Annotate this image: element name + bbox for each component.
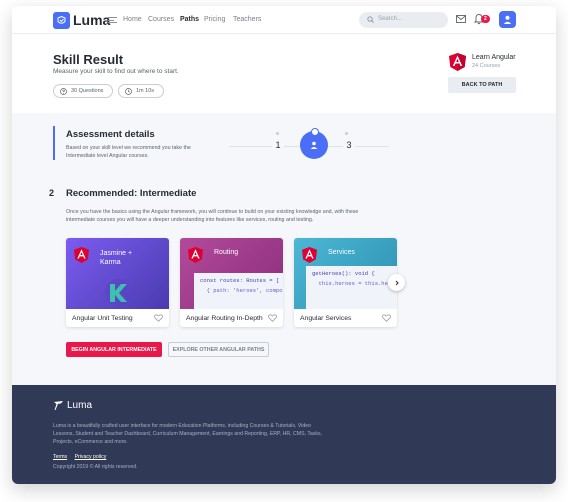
course-name[interactable]: Learn Angular [472,54,516,61]
search-icon [367,16,374,23]
step-1[interactable]: 1 [272,140,284,152]
search-placeholder: Search... [378,16,403,22]
code-line: getHeroes(): void { [312,270,375,277]
brand-logo-icon [54,401,63,410]
notification-badge: 2 [481,15,490,23]
footer-brand-name: Luma [67,400,93,411]
assessment-title: Assessment details [66,129,155,140]
course-count: 24 Courses [472,63,501,69]
course-card-image: Routing const routes: Routes = [ { path:… [180,238,283,309]
recommended-description: Once you have the basics using the Angul… [66,209,359,223]
course-card-image: Services getHeroes(): void { this.heroes… [294,238,397,309]
brand-logo-icon[interactable] [53,12,70,29]
carousel-next-button[interactable] [388,274,405,291]
user-icon [310,141,318,149]
assessment-accent-bar [53,126,55,160]
heart-icon[interactable] [382,314,391,322]
mail-icon[interactable] [456,15,466,23]
course-card-unit-testing[interactable]: Jasmine + Karma Angular Unit Testing [66,238,169,327]
duration-value: 1m 10s [136,88,155,94]
questions-pill: 30 Questions [53,84,113,98]
course-card-routing[interactable]: Routing const routes: Routes = [ { path:… [180,238,283,327]
footer-brand[interactable]: Luma [53,400,92,411]
step-3[interactable]: 3 [343,140,355,152]
card-image-title: Routing [214,249,239,256]
code-snippet: getHeroes(): void { this.heroes = this.h… [306,266,397,309]
chevron-right-icon [395,280,399,285]
stepper-dot [276,132,279,135]
search-input[interactable]: Search... [359,12,448,28]
nav-link-home[interactable]: Home [123,16,142,23]
user-avatar[interactable] [499,11,516,28]
footer-links: Terms Privacy policy [53,454,112,460]
code-line: { path: 'heroes', compo [200,287,283,294]
karma-logo-icon [105,279,131,305]
recommended-title: Recommended: Intermediate [66,188,197,199]
nav-link-pricing[interactable]: Pricing [204,16,225,23]
course-card-image: Jasmine + Karma [66,238,169,309]
user-icon [503,15,512,24]
heart-icon[interactable] [268,314,277,322]
angular-logo-icon [449,53,466,71]
duration-pill: 1m 10s [118,84,164,98]
questions-count: 30 Questions [71,88,104,94]
card-image-title: Services [328,249,355,256]
angular-logo-icon [188,247,203,263]
terms-link[interactable]: Terms [53,454,67,460]
course-card-services[interactable]: Services getHeroes(): void { this.heroes… [294,238,397,327]
explore-paths-button[interactable]: EXPLORE OTHER ANGULAR PATHS [168,342,269,357]
card-image-title: Jasmine + Karma [100,250,133,266]
menu-icon[interactable] [108,17,117,23]
back-to-path-button[interactable]: BACK TO PATH [448,77,516,93]
assessment-description: Based on your skill level we recommend y… [66,145,191,159]
privacy-link[interactable]: Privacy policy [75,454,107,460]
page-header: Skill Result Measure your skill to find … [12,34,556,113]
section-number: 2 [49,188,55,198]
copyright: Copyright 2019 © All rights reserved. [53,464,138,470]
code-line: const routes: Routes = [ [200,277,280,284]
step-2-active[interactable] [300,128,328,159]
footer: Luma Luma is a beautifully crafted user … [12,385,556,484]
top-navbar: Luma Home Courses Paths Pricing Teachers… [12,6,556,34]
course-card-title[interactable]: Angular Routing In-Depth [186,315,263,322]
stepper-dot [345,132,348,135]
code-line: this.heroes = this.her [312,280,392,287]
code-snippet: const routes: Routes = [ { path: 'heroes… [194,273,283,309]
heart-icon[interactable] [154,314,163,322]
angular-logo-icon [302,247,317,263]
nav-link-teachers[interactable]: Teachers [233,16,261,23]
footer-description: Luma is a beautifully crafted user inter… [53,423,323,445]
clock-icon [125,87,132,95]
course-card-title[interactable]: Angular Unit Testing [72,315,133,322]
course-card-title[interactable]: Angular Services [300,315,351,322]
page-title: Skill Result [53,52,124,67]
page-subtitle: Measure your skill to find out where to … [53,68,179,75]
nav-link-courses[interactable]: Courses [148,16,174,23]
help-circle-icon [60,87,67,95]
angular-logo-icon [74,247,89,263]
begin-intermediate-button[interactable]: BEGIN ANGULAR INTERMEDIATE [66,342,162,357]
app-window: Luma Home Courses Paths Pricing Teachers… [12,6,556,484]
brand-name[interactable]: Luma [73,12,110,28]
nav-link-paths[interactable]: Paths [180,16,199,23]
